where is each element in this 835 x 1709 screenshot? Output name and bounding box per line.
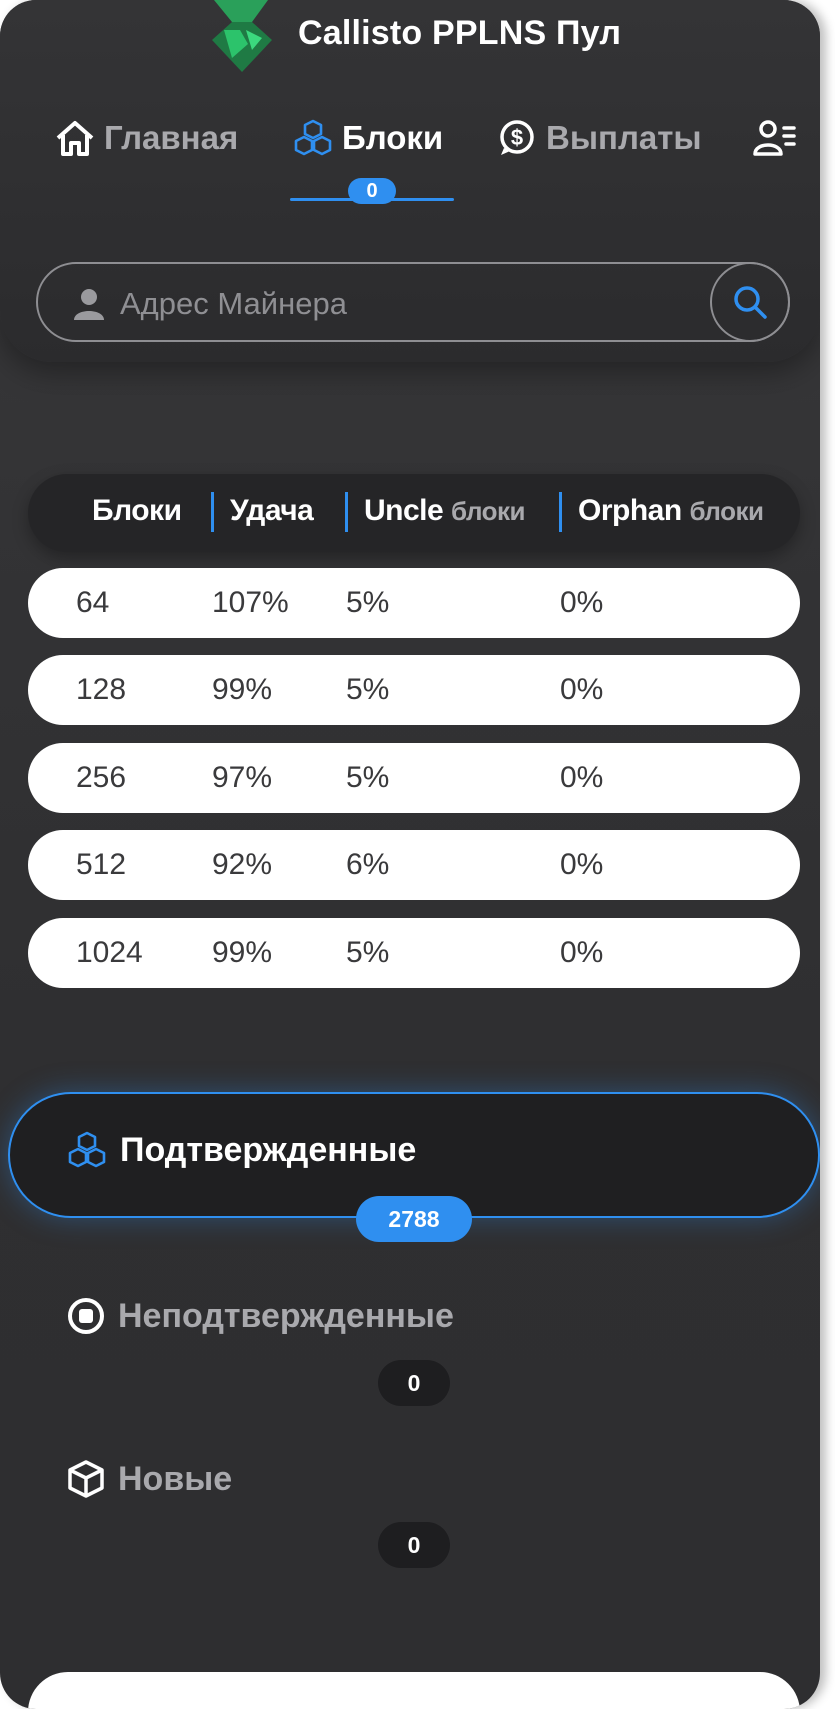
col-header-blocks-main: Блоки: [92, 494, 182, 527]
tab-confirmed-count: 2788: [356, 1196, 472, 1242]
nav-label-payments: Выплаты: [546, 119, 702, 156]
cell-blocks: 256: [76, 761, 127, 794]
table-row: 128 99% 5% 0%: [28, 655, 800, 725]
tab-unconfirmed[interactable]: Неподтвержденные: [66, 1296, 454, 1336]
col-divider: [345, 492, 348, 532]
svg-text:$: $: [511, 125, 523, 150]
col-header-orphan: Orphan блоки: [578, 494, 764, 528]
logo-icon: [212, 0, 272, 72]
tab-confirmed-label: Подтвержденные: [120, 1130, 417, 1169]
col-header-uncle: Uncle блоки: [364, 494, 526, 528]
tab-new[interactable]: Новые: [66, 1459, 232, 1499]
table-row: 512 92% 6% 0%: [28, 830, 800, 900]
dollar-chat-icon: $: [500, 120, 534, 155]
col-divider: [211, 492, 214, 532]
home-icon: [56, 121, 94, 156]
cell-uncle: 5%: [346, 586, 390, 619]
nav-item-blocks[interactable]: Блоки: [292, 118, 443, 158]
col-header-blocks: Блоки: [92, 494, 182, 528]
col-header-uncle-main: Uncle: [364, 494, 444, 527]
col-header-luck: Удача: [230, 494, 314, 528]
col-divider: [559, 492, 562, 532]
luck-stats-header: Блоки Удача Uncle блоки Orphan блоки: [28, 474, 800, 552]
table-row: 256 97% 5% 0%: [28, 743, 800, 813]
cell-blocks: 64: [76, 586, 110, 619]
tab-unconfirmed-label: Неподтвержденные: [118, 1296, 454, 1335]
app-title: Callisto PPLNS Пул: [298, 14, 622, 52]
cube-icon: [68, 1460, 104, 1498]
header: Callisto PPLNS Пул Главная Блоки $ Выпла…: [0, 0, 820, 362]
cell-blocks: 1024: [76, 936, 143, 969]
cell-luck: 107%: [212, 586, 289, 619]
search-input[interactable]: Адрес Майнера: [120, 286, 347, 322]
user-icon: [74, 289, 104, 320]
cell-orphan: 0%: [560, 673, 604, 706]
col-header-orphan-main: Orphan: [578, 494, 682, 527]
cell-uncle: 5%: [346, 761, 390, 794]
search-button[interactable]: [710, 262, 790, 342]
nav-blocks-badge: 0: [348, 178, 396, 204]
app-frame: Callisto PPLNS Пул Главная Блоки $ Выпла…: [0, 0, 820, 1709]
col-header-uncle-sub: блоки: [451, 496, 526, 526]
cell-orphan: 0%: [560, 586, 604, 619]
cell-uncle: 5%: [346, 936, 390, 969]
nav-label-blocks: Блоки: [342, 119, 444, 156]
stop-circle-icon: [68, 1298, 104, 1334]
cell-uncle: 5%: [346, 673, 390, 706]
col-header-orphan-sub: блоки: [689, 496, 764, 526]
cell-luck: 99%: [212, 936, 273, 969]
table-row: 64 107% 5% 0%: [28, 568, 800, 638]
cell-orphan: 0%: [560, 848, 604, 881]
table-row: 1024 99% 5% 0%: [28, 918, 800, 988]
cell-blocks: 128: [76, 673, 127, 706]
nav-item-home[interactable]: Главная: [54, 118, 238, 158]
nav-item-miners[interactable]: [752, 118, 804, 158]
cell-orphan: 0%: [560, 936, 604, 969]
tab-new-count: 0: [378, 1522, 450, 1568]
cell-luck: 97%: [212, 761, 273, 794]
main-nav: Главная Блоки $ Выплаты 0: [0, 118, 820, 208]
nav-item-payments[interactable]: $ Выплаты: [496, 118, 702, 158]
users-icon: [753, 120, 796, 156]
tab-unconfirmed-count: 0: [378, 1360, 450, 1406]
tab-confirmed-title: Подтвержденные: [66, 1130, 416, 1170]
cell-luck: 99%: [212, 673, 273, 706]
cubes-icon: [294, 119, 332, 156]
cell-blocks: 512: [76, 848, 127, 881]
tab-new-label: Новые: [118, 1459, 233, 1498]
cell-uncle: 6%: [346, 848, 390, 881]
search-bar: Адрес Майнера: [36, 262, 790, 342]
col-header-luck-main: Удача: [230, 494, 314, 527]
blocks-list-card: [28, 1672, 800, 1709]
cell-orphan: 0%: [560, 761, 604, 794]
cell-luck: 92%: [212, 848, 273, 881]
search-icon: [734, 286, 767, 319]
nav-label-home: Главная: [104, 119, 239, 156]
cubes-icon: [68, 1131, 106, 1168]
